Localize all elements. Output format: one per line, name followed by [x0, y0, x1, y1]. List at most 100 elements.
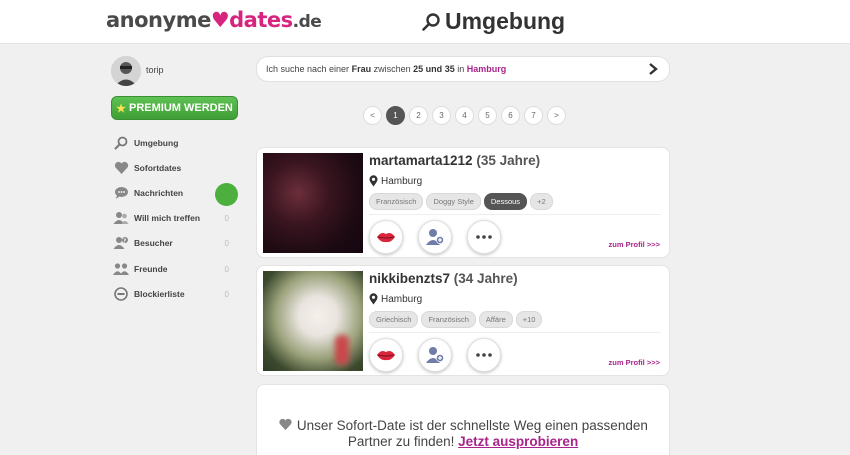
kiss-button[interactable]	[369, 338, 403, 372]
heart-icon	[279, 418, 292, 431]
username[interactable]: torip	[146, 65, 164, 75]
location-pin-icon	[369, 293, 378, 305]
sidebar-item-count: 0	[224, 264, 229, 274]
profile-photo[interactable]	[263, 153, 363, 253]
divider	[369, 214, 661, 215]
premium-button[interactable]: ★ PREMIUM WERDEN	[111, 96, 238, 120]
profile-name[interactable]: martamarta1212 (35 Jahre)	[369, 153, 540, 168]
sofortdate-promo: Unser Sofort-Date ist der schnellste Weg…	[256, 384, 670, 455]
logo-part2: dates	[229, 8, 293, 32]
users-icon	[113, 210, 129, 226]
profile-tag-more[interactable]: +2	[530, 193, 553, 210]
profile-tag: Griechisch	[369, 311, 419, 328]
page-title: Umgebung	[421, 8, 565, 35]
sidebar-item-freunde[interactable]: Freunde 0	[113, 260, 231, 278]
profile-location: Hamburg	[369, 175, 422, 187]
pagination-page-5[interactable]: 5	[478, 106, 497, 125]
sidebar-item-label: Nachrichten	[134, 188, 184, 198]
divider	[369, 332, 661, 333]
search-criteria-bar[interactable]: Ich suche nach einer Frau zwischen 25 un…	[256, 56, 670, 82]
profile-location-text: Hamburg	[381, 175, 423, 187]
add-friend-button[interactable]	[418, 220, 452, 254]
pagination: < 1 2 3 4 5 6 7 >	[363, 106, 570, 125]
profile-tag: Affäre	[478, 311, 513, 328]
pagination-page-1[interactable]: 1	[386, 106, 405, 125]
sidebar-item-blockierliste[interactable]: Blockierliste 0	[113, 285, 231, 303]
location-pin-icon	[369, 175, 378, 187]
online-status-dot	[215, 183, 238, 206]
search-gender: Frau	[351, 64, 372, 74]
sidebar-item-label: Will mich treffen	[134, 213, 201, 223]
more-dots-icon	[476, 235, 492, 239]
profile-location: Hamburg	[369, 293, 422, 305]
sidebar-item-label: Besucher	[134, 238, 173, 248]
avatar-silhouette-icon	[111, 56, 141, 86]
block-icon	[113, 286, 129, 302]
add-friend-button[interactable]	[418, 338, 452, 372]
friends-icon	[113, 261, 129, 277]
search-in: in	[457, 64, 465, 74]
pagination-page-4[interactable]: 4	[455, 106, 474, 125]
logo-part1: anonyme	[106, 8, 211, 32]
pagination-page-7[interactable]: 7	[524, 106, 543, 125]
search-between: zwischen	[373, 64, 411, 74]
search-city: Hamburg	[466, 64, 507, 74]
profile-tag-more[interactable]: +10	[515, 311, 543, 328]
search-and: und	[425, 64, 443, 74]
sidebar-item-besucher[interactable]: ? Besucher 0	[113, 234, 231, 252]
view-profile-link[interactable]: zum Profil >>>	[609, 358, 660, 367]
profile-location-text: Hamburg	[381, 293, 423, 305]
search-prefix: Ich suche nach einer	[266, 64, 350, 74]
profile-tag: Französisch	[369, 193, 424, 210]
search-icon	[422, 12, 440, 31]
profile-tags: Griechisch Französisch Affäre +10	[369, 311, 545, 328]
add-user-icon	[426, 229, 444, 245]
add-user-icon	[426, 347, 444, 363]
logo-tld: .de	[292, 12, 322, 32]
kiss-button[interactable]	[369, 220, 403, 254]
search-age-from: 25	[413, 64, 424, 74]
profile-age: (35 Jahre)	[476, 153, 541, 168]
profile-username: nikkibenzts7	[369, 271, 451, 286]
chat-icon	[113, 185, 129, 201]
profile-username: martamarta1212	[369, 153, 473, 168]
search-age-to: 35	[444, 64, 455, 74]
more-options-button[interactable]	[467, 338, 501, 372]
sidebar-item-count: 0	[224, 289, 229, 299]
premium-button-label: PREMIUM WERDEN	[128, 102, 233, 114]
chevron-right-icon	[647, 62, 659, 78]
sidebar-item-will-mich-treffen[interactable]: Will mich treffen 0	[113, 209, 231, 227]
sidebar-item-count: 0	[224, 213, 229, 223]
pagination-page-3[interactable]: 3	[432, 106, 451, 125]
page-title-text: Umgebung	[445, 8, 566, 34]
pagination-page-2[interactable]: 2	[409, 106, 428, 125]
sidebar-item-nachrichten[interactable]: Nachrichten	[113, 184, 231, 202]
pagination-next-button[interactable]: >	[547, 106, 566, 125]
profile-name[interactable]: nikkibenzts7 (34 Jahre)	[369, 271, 518, 286]
sidebar-item-label: Sofortdates	[134, 163, 182, 173]
sidebar-item-count: 0	[224, 238, 229, 248]
star-icon: ★	[116, 102, 126, 115]
pagination-prev-button[interactable]: <	[363, 106, 382, 125]
sidebar-item-label: Freunde	[134, 264, 168, 274]
logo-heart-icon: ♥	[210, 8, 230, 32]
profile-tag: Französisch	[421, 311, 476, 328]
search-icon	[113, 135, 129, 151]
view-profile-link[interactable]: zum Profil >>>	[609, 240, 660, 249]
svg-text:?: ?	[123, 238, 126, 244]
sidebar-item-sofortdates[interactable]: Sofortdates	[113, 159, 231, 177]
avatar[interactable]	[111, 56, 141, 86]
profile-card: martamarta1212 (35 Jahre) Hamburg Franzö…	[256, 147, 670, 258]
promo-link[interactable]: Jetzt ausprobieren	[458, 434, 578, 449]
profile-age: (34 Jahre)	[453, 271, 518, 286]
pagination-page-6[interactable]: 6	[501, 106, 520, 125]
profile-tag: Doggy Style	[426, 193, 481, 210]
profile-card: nikkibenzts7 (34 Jahre) Hamburg Griechis…	[256, 265, 670, 376]
lips-icon	[377, 351, 395, 361]
sidebar-item-umgebung[interactable]: Umgebung	[113, 134, 231, 152]
site-logo[interactable]: anonyme♥dates.de	[106, 8, 322, 32]
more-options-button[interactable]	[467, 220, 501, 254]
heart-icon	[113, 160, 129, 176]
lips-icon	[377, 233, 395, 243]
profile-photo[interactable]	[263, 271, 363, 371]
